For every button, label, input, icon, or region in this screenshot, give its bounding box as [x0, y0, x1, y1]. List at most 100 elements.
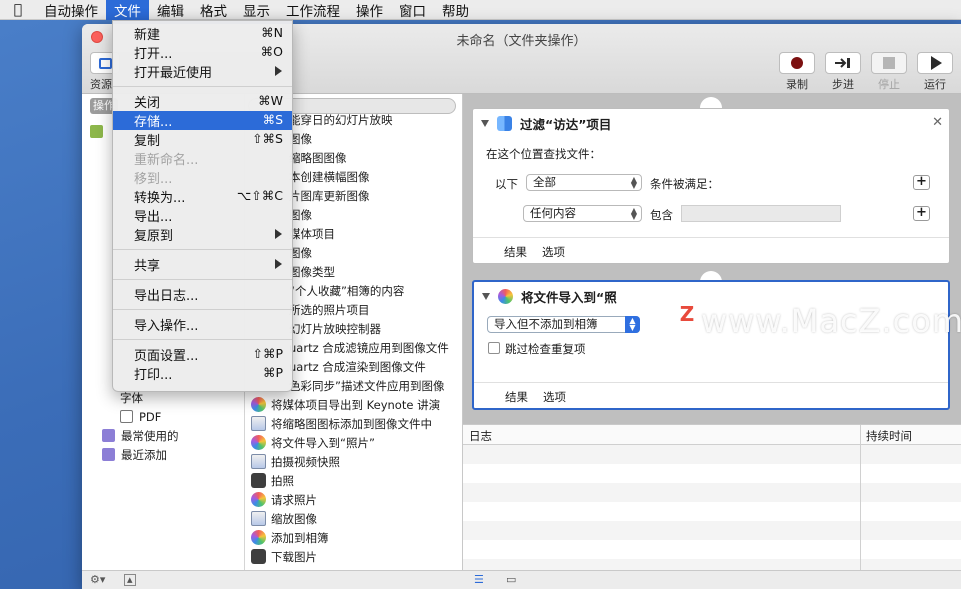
disclosure-triangle-icon[interactable]: [481, 120, 489, 127]
options-tab[interactable]: 选项: [543, 389, 566, 405]
menu-item-convert[interactable]: 转换为... ⌥⇧⌘C: [113, 187, 292, 206]
skip-duplicates-checkbox[interactable]: [488, 342, 500, 354]
submenu-arrow-icon: [275, 259, 282, 269]
play-icon: [931, 56, 942, 70]
disclosure-triangle-icon[interactable]: [482, 293, 490, 300]
menu-item-share[interactable]: 共享: [113, 255, 292, 274]
menu-workflow[interactable]: 工作流程: [278, 0, 348, 20]
film-icon: [251, 454, 266, 469]
updown-arrows-icon: ▲ ▼: [625, 316, 640, 333]
stop-button[interactable]: [871, 52, 907, 74]
menu-item-open-recent[interactable]: 打开最近使用: [113, 62, 292, 81]
menu-item-save[interactable]: 存储... ⌘S: [113, 111, 292, 130]
menu-item-open[interactable]: 打开... ⌘O: [113, 43, 292, 62]
action-item[interactable]: 拍照: [245, 471, 463, 490]
menu-view[interactable]: 显示: [235, 0, 278, 20]
log-column-header[interactable]: 日志: [469, 428, 492, 444]
library-folder[interactable]: [90, 122, 109, 141]
options-tab[interactable]: 选项: [542, 244, 565, 260]
library-item-label: PDF: [139, 409, 162, 424]
menu-format[interactable]: 格式: [192, 0, 235, 20]
menu-actions[interactable]: 操作: [348, 0, 391, 20]
pdf-icon: [120, 410, 133, 423]
results-tab[interactable]: 结果: [504, 244, 527, 260]
action-item[interactable]: 添加到相簿: [245, 528, 463, 547]
any-content-popup[interactable]: 任何内容 ▲ ▼: [523, 205, 642, 222]
menu-window[interactable]: 窗口: [391, 0, 434, 20]
all-popup[interactable]: 全部 ▲ ▼: [526, 174, 642, 191]
menu-help[interactable]: 帮助: [434, 0, 477, 20]
menu-item-close[interactable]: 关闭 ⌘W: [113, 92, 292, 111]
run-button[interactable]: [917, 52, 953, 74]
photos-icon: [251, 530, 266, 545]
menu-item-revert-to[interactable]: 复原到: [113, 225, 292, 244]
menu-item-export-log[interactable]: 导出日志...: [113, 285, 292, 304]
duration-column-header[interactable]: 持续时间: [866, 428, 912, 444]
action-item[interactable]: 请求照片: [245, 490, 463, 509]
contains-field[interactable]: [681, 205, 841, 222]
action-footer: 结果 选项: [473, 237, 949, 263]
record-label: 录制: [786, 78, 808, 91]
photos-icon: [251, 435, 266, 450]
run-label: 运行: [924, 78, 946, 91]
file-menu-dropdown: 新建 ⌘N 打开... ⌘O 打开最近使用 关闭 ⌘W 存储... ⌘S 复制 ⇧⌘S 重…: [112, 20, 293, 392]
action-footer: 结果 选项: [474, 382, 948, 408]
action-item[interactable]: 将文件导入到“照片”: [245, 433, 463, 452]
menu-file[interactable]: 文件: [106, 0, 149, 20]
menu-edit[interactable]: 编辑: [149, 0, 192, 20]
menu-automator[interactable]: 自动操作: [36, 0, 106, 20]
stop-icon: [883, 57, 895, 69]
menu-separator: [113, 249, 292, 250]
photos-icon: [498, 289, 513, 304]
log-header: 日志 持续时间: [463, 425, 961, 445]
menu-item-import-actions[interactable]: 导入操作...: [113, 315, 292, 334]
results-tab[interactable]: 结果: [505, 389, 528, 405]
contains-label: 包含: [650, 208, 673, 222]
filter-finder-items-action[interactable]: 过滤“访达”项目 ✕ 在这个位置查找文件： 以下 全部 ▲ ▼ 条件被满足： + …: [472, 108, 950, 264]
smart-folder-icon: [102, 429, 115, 442]
menu-item-export[interactable]: 导出...: [113, 206, 292, 225]
step-button[interactable]: [825, 52, 861, 74]
action-item[interactable]: 缩放图像: [245, 509, 463, 528]
menu-separator: [113, 86, 292, 87]
camera-icon: [251, 549, 266, 564]
action-item[interactable]: 拍摄视频快照: [245, 452, 463, 471]
apple-menu-icon[interactable]: : [0, 0, 36, 20]
library-item-recent[interactable]: 最近添加: [102, 445, 167, 464]
action-item[interactable]: 将缩略图图标添加到图像文件中: [245, 414, 463, 433]
submenu-arrow-icon: [275, 66, 282, 76]
step-icon: [835, 58, 850, 68]
action-title: 过滤“访达”项目: [481, 114, 611, 133]
library-item-most-used[interactable]: 最常使用的: [102, 426, 179, 445]
import-to-photos-action[interactable]: 将文件导入到“照 导入但不添加到相簿 ▲ ▼ 跳过检查重复项 结果 选项: [472, 280, 950, 410]
menu-item-print[interactable]: 打印... ⌘P: [113, 364, 292, 383]
finder-icon: [497, 116, 512, 131]
library-item-label: 最近添加: [121, 447, 167, 462]
gear-icon[interactable]: ⚙▾: [90, 573, 105, 586]
record-button[interactable]: [779, 52, 815, 74]
camera-icon: [251, 473, 266, 488]
menu-item-new[interactable]: 新建 ⌘N: [113, 24, 292, 43]
close-icon[interactable]: ✕: [932, 115, 943, 130]
menu-separator: [113, 309, 292, 310]
condition-label: 条件被满足：: [650, 177, 719, 191]
menu-item-duplicate[interactable]: 复制 ⇧⌘S: [113, 130, 292, 149]
column-divider: [860, 425, 861, 571]
add-condition-button[interactable]: +: [913, 175, 930, 190]
menu-item-page-setup[interactable]: 页面设置... ⇧⌘P: [113, 345, 292, 364]
add-rule-button[interactable]: +: [913, 206, 930, 221]
log-row: [463, 445, 961, 464]
split-view-icon[interactable]: ▭: [506, 573, 516, 586]
library-item-pdf[interactable]: PDF: [120, 407, 161, 426]
watermark-logo: Z: [673, 300, 701, 328]
collapse-icon[interactable]: ▴: [124, 574, 136, 586]
find-location-label: 在这个位置查找文件：: [486, 147, 601, 161]
action-item[interactable]: 下载图片: [245, 547, 463, 566]
action-item[interactable]: 将媒体项目导出到 Keynote 讲演: [245, 395, 463, 414]
list-view-icon[interactable]: ☰: [474, 573, 484, 586]
step-label: 步进: [832, 78, 854, 91]
below-label: 以下: [495, 177, 518, 191]
action-title: 将文件导入到“照: [482, 287, 617, 306]
import-mode-popup[interactable]: 导入但不添加到相簿 ▲ ▼: [487, 316, 640, 333]
image-file-icon: [251, 416, 266, 431]
